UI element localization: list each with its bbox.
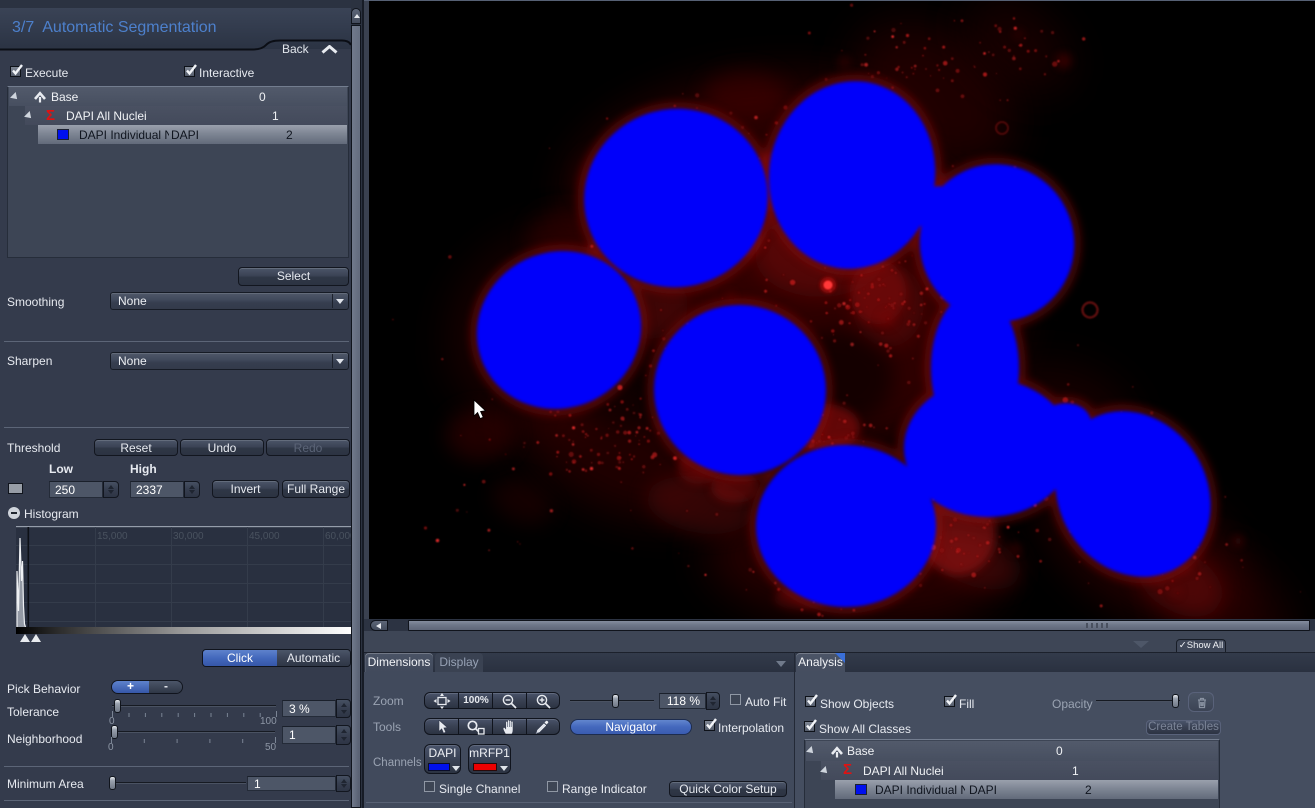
svg-text:30,000: 30,000 <box>173 531 204 542</box>
svg-text:45,000: 45,000 <box>249 531 280 542</box>
svg-text:15,000: 15,000 <box>97 531 128 542</box>
svg-text:60,000: 60,000 <box>325 531 351 542</box>
